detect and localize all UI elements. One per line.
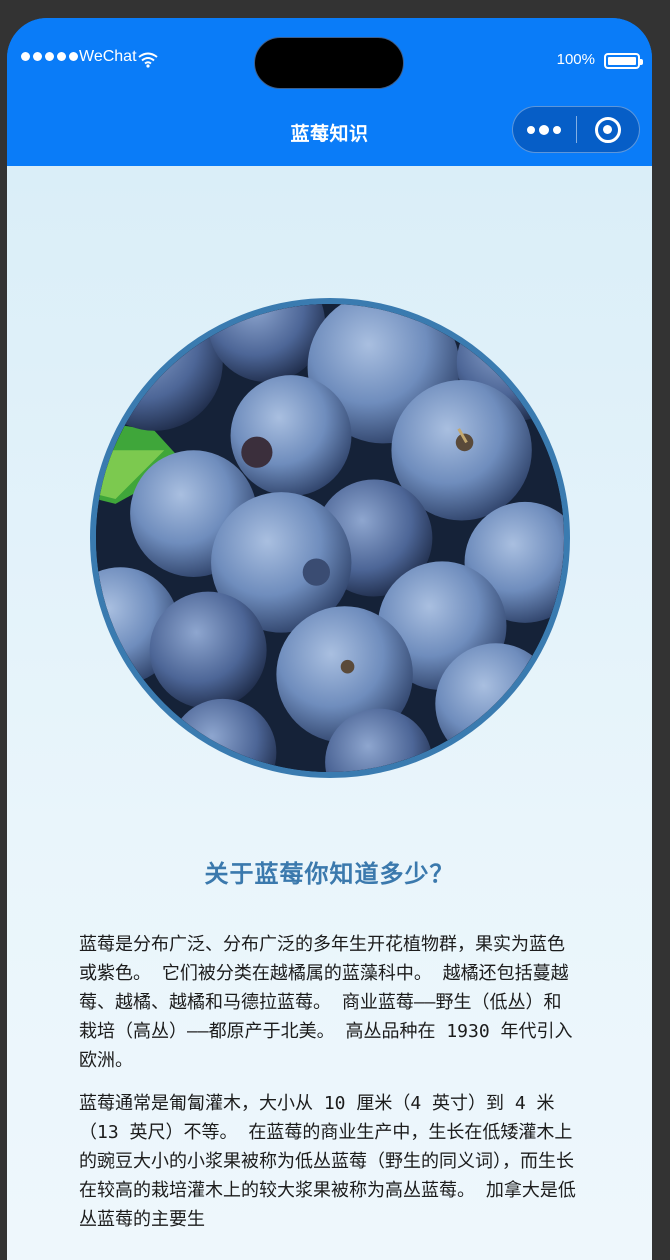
article-body: 蓝莓是分布广泛、分布广泛的多年生开花植物群，果实为蓝色或紫色。 它们被分类在越橘… (79, 930, 579, 1248)
article-heading: 关于蓝莓你知道多少？ (204, 860, 455, 888)
wifi-icon (138, 52, 158, 68)
article-paragraph-1: 蓝莓是分布广泛、分布广泛的多年生开花植物群，果实为蓝色或紫色。 它们被分类在越橘… (79, 934, 573, 1071)
more-dots-icon[interactable] (513, 107, 576, 152)
battery-icon (604, 53, 643, 69)
carrier-label: WeChat (79, 48, 137, 65)
status-bar: WeChat 100% (7, 18, 652, 98)
camera-notch (254, 37, 404, 89)
blueberry-hero-image (90, 298, 570, 778)
target-close-icon[interactable] (576, 107, 639, 152)
top-bar: WeChat 100% 蓝莓知识 (7, 18, 652, 166)
signal-icon (21, 52, 78, 61)
blueberry-illustration (96, 304, 564, 772)
page-content: 关于蓝莓你知道多少？ 蓝莓是分布广泛、分布广泛的多年生开花植物群，果实为蓝色或紫… (7, 166, 652, 1260)
mini-program-capsule (512, 106, 640, 153)
battery-percent: 100% (556, 51, 595, 68)
phone-frame: WeChat 100% 蓝莓知识 关于蓝莓你知道多少？ 蓝莓是分布广泛、分布广泛… (7, 18, 652, 1260)
article-paragraph-2: 蓝莓通常是匍匐灌木，大小从 10 厘米（4 英寸）到 4 米（13 英尺）不等。… (79, 1093, 576, 1230)
